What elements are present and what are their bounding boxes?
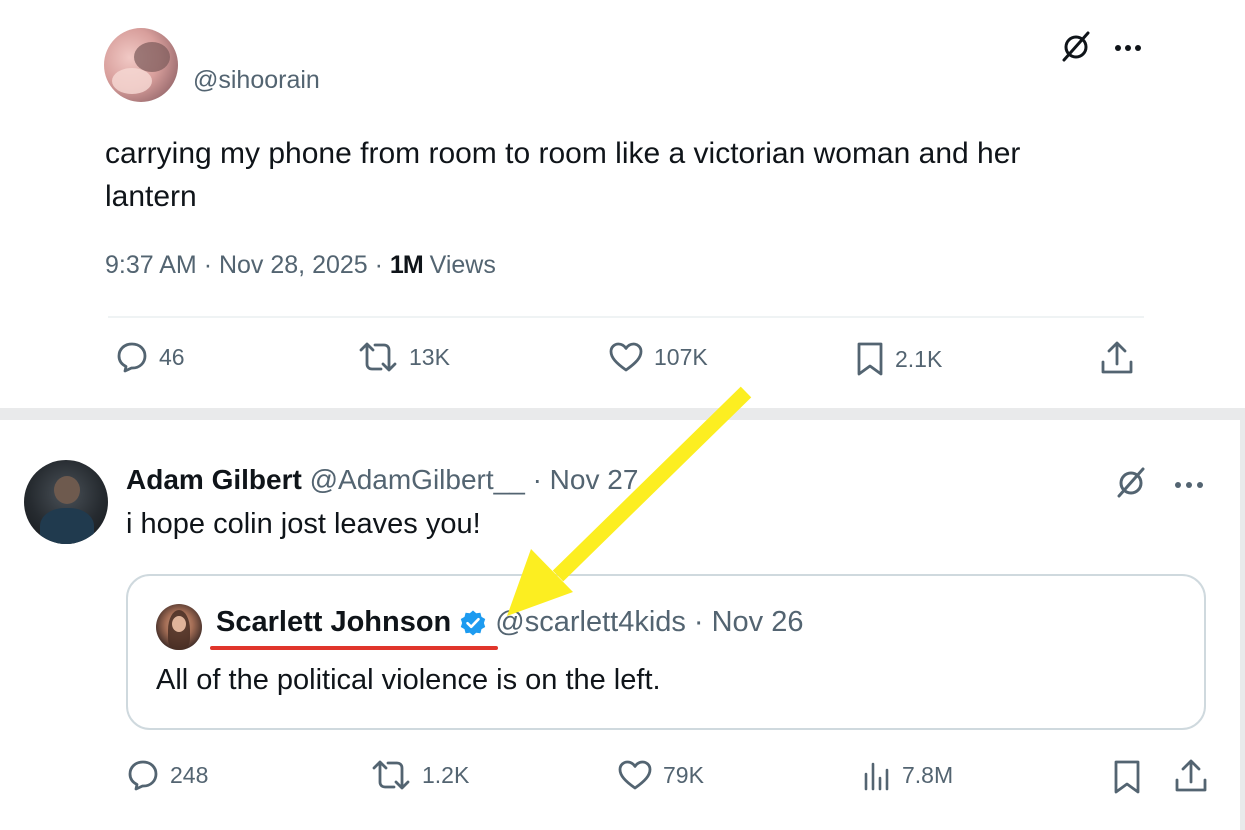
display-name: Scarlett Johnson <box>216 606 452 638</box>
like-button[interactable]: 107K <box>608 340 708 374</box>
tweet-header: Adam Gilbert @AdamGilbert__ · Nov 27 <box>126 464 638 496</box>
views-count: 1M <box>389 251 424 279</box>
repost-button[interactable]: 13K <box>357 340 450 374</box>
grok-icon[interactable] <box>1113 464 1149 505</box>
avatar[interactable] <box>24 460 108 544</box>
views-label: Views <box>429 251 496 279</box>
user-handle[interactable]: @AdamGilbert__ <box>310 464 525 495</box>
tweet-text-line: carrying my phone from room to room like… <box>105 137 1021 170</box>
user-handle[interactable]: @sihoorain <box>193 66 320 95</box>
reply-count: 46 <box>159 343 185 370</box>
tweet-date: Nov 26 <box>711 606 804 638</box>
quote-text: All of the political violence is on the … <box>156 664 661 696</box>
tweet-time[interactable]: 9:37 AM <box>105 251 197 279</box>
tweet-text: carrying my phone from room to room like… <box>105 132 1020 218</box>
annotation-underline <box>210 646 498 650</box>
separator: · <box>532 464 542 495</box>
bookmark-button[interactable] <box>1112 758 1142 801</box>
tweet-card-1: @sihoorain carrying my phone from room t… <box>0 0 1245 408</box>
bookmark-button[interactable]: 2.1K <box>855 340 942 378</box>
like-icon <box>609 342 643 372</box>
like-icon <box>618 760 652 790</box>
repost-count: 1.2K <box>422 761 470 788</box>
reply-icon <box>128 760 158 791</box>
tweet-date[interactable]: Nov 27 <box>550 464 639 495</box>
quote-header: Scarlett Johnson @scarlett4kids · Nov 26 <box>216 606 803 639</box>
reply-icon <box>117 342 147 373</box>
tweet-text: i hope colin jost leaves you! <box>126 508 481 540</box>
verified-badge-icon <box>459 609 487 637</box>
views-icon <box>864 762 889 791</box>
separator: · <box>693 606 704 638</box>
views-count: 7.8M <box>902 761 954 788</box>
tweet-card-2: Adam Gilbert @AdamGilbert__ · Nov 27 i h… <box>0 420 1240 830</box>
grok-icon[interactable] <box>1058 28 1094 69</box>
avatar <box>156 604 202 650</box>
share-icon <box>1101 341 1133 374</box>
tweet-text-line: lantern <box>105 180 197 213</box>
like-button[interactable]: 79K <box>617 758 704 792</box>
share-icon <box>1175 759 1207 792</box>
reply-button[interactable]: 46 <box>115 340 185 374</box>
more-icon[interactable] <box>1174 477 1204 495</box>
tweet-meta: 9:37 AM · Nov 28, 2025 · 1M Views <box>105 251 496 280</box>
bookmark-icon <box>857 342 883 376</box>
separator: · <box>374 251 383 279</box>
reply-button[interactable]: 248 <box>126 758 208 792</box>
bookmark-count: 2.1K <box>895 345 943 372</box>
divider <box>108 316 1144 318</box>
quoted-tweet[interactable]: Scarlett Johnson @scarlett4kids · Nov 26… <box>126 574 1206 730</box>
repost-icon <box>359 342 397 372</box>
repost-icon <box>372 760 410 790</box>
like-count: 79K <box>663 761 704 788</box>
more-icon[interactable] <box>1114 40 1142 58</box>
like-count: 107K <box>654 343 708 370</box>
repost-count: 13K <box>409 343 450 370</box>
share-button[interactable] <box>1099 340 1135 381</box>
tweet-date[interactable]: Nov 28, 2025 <box>219 251 368 279</box>
display-name[interactable]: Adam Gilbert <box>126 464 302 495</box>
views-button[interactable]: 7.8M <box>862 758 953 792</box>
reply-count: 248 <box>170 761 209 788</box>
avatar[interactable] <box>104 28 178 102</box>
bookmark-icon <box>1114 760 1140 794</box>
share-button[interactable] <box>1173 758 1209 799</box>
repost-button[interactable]: 1.2K <box>370 758 469 792</box>
user-handle: @scarlett4kids <box>495 606 686 638</box>
separator: · <box>203 251 213 279</box>
